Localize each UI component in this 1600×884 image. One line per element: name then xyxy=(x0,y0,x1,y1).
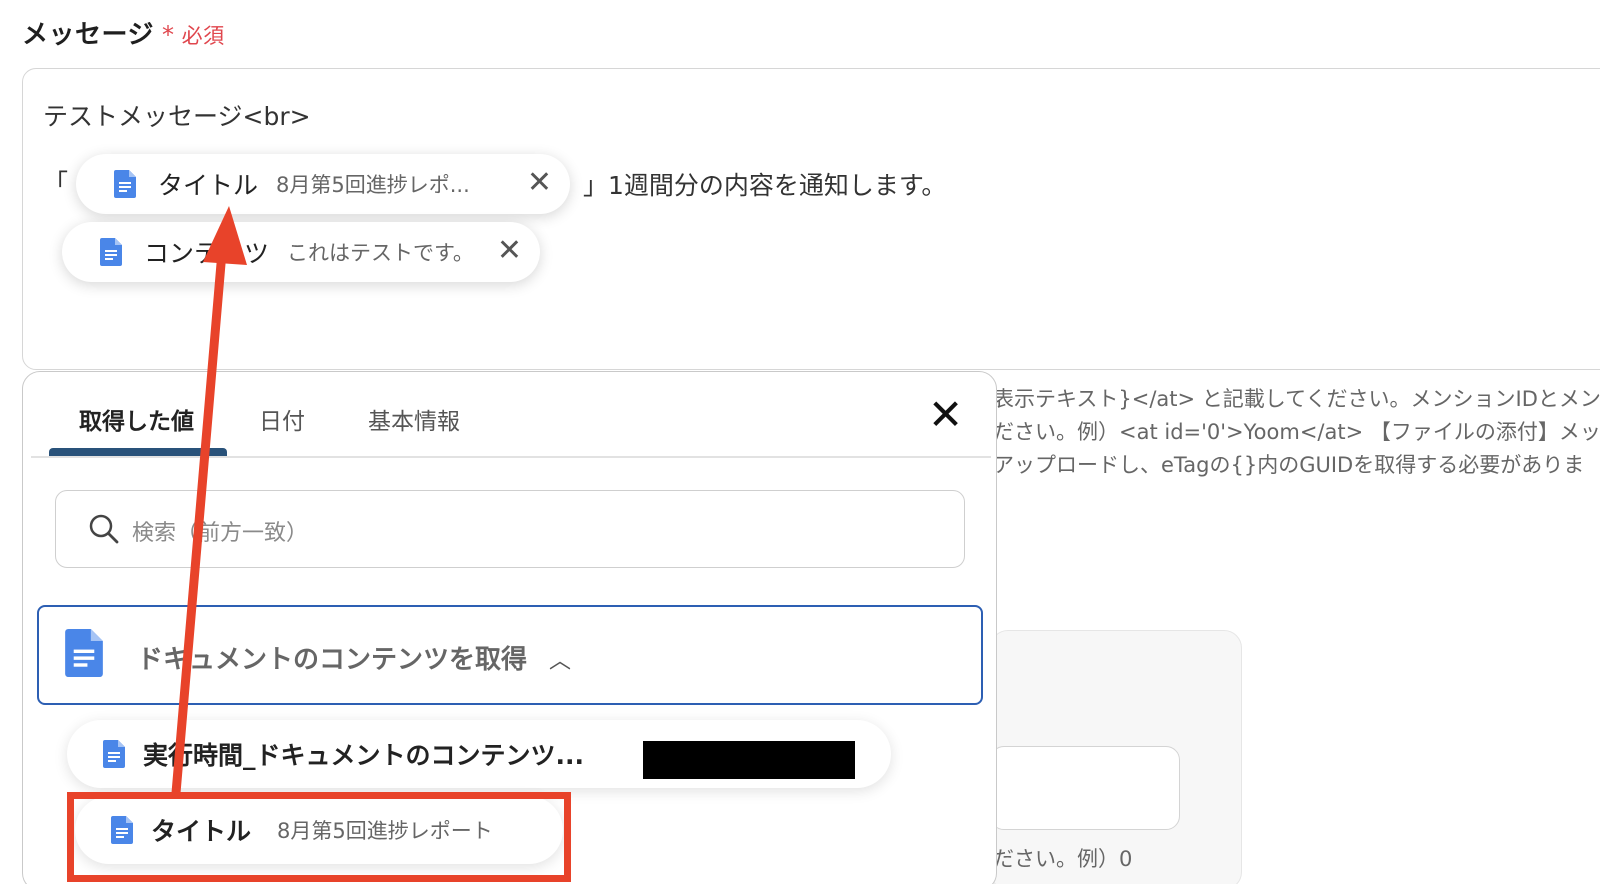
search-placeholder: 検索（前方一致） xyxy=(132,521,309,546)
message-line-1: テストメッセージ<br> xyxy=(43,102,311,131)
tab-acquired-values[interactable]: 取得した値 xyxy=(79,402,194,436)
field-label: メッセージ * 必須 xyxy=(22,14,225,51)
tab-basic-info[interactable]: 基本情報 xyxy=(368,402,460,436)
helper-text-line-4: ださい。例）0 xyxy=(993,847,1133,871)
picker-tabs: 取得した値 日付 基本情報 ✕ xyxy=(23,372,996,458)
tab-date[interactable]: 日付 xyxy=(259,402,305,436)
required-indicator: * 必須 xyxy=(161,21,225,49)
helper-text-line-2: ださい。例）<at id='0'>Yoom</at> 【ファイルの添付】メッ xyxy=(993,420,1600,444)
chip-remove-icon[interactable]: ✕ xyxy=(527,168,552,198)
chevron-up-icon[interactable]: ︿ xyxy=(549,643,571,675)
message-bracket-open: 「 xyxy=(43,169,69,198)
group-get-document-content[interactable]: ドキュメントのコンテンツを取得 ︿ xyxy=(37,605,983,705)
chip-name: タイトル xyxy=(158,171,259,200)
chip-name: コンテンツ xyxy=(144,239,270,268)
message-input[interactable]: テストメッセージ<br> 「 」1週間分の内容を通知します。 xyxy=(22,68,1600,370)
helper-text-line-3: アップロードし、eTagの{}内のGUIDを取得する必要がありま xyxy=(993,453,1585,477)
google-doc-icon xyxy=(114,170,136,198)
active-tab-indicator xyxy=(49,448,227,456)
chip-remove-icon[interactable]: ✕ xyxy=(497,236,522,266)
redacted-value xyxy=(643,741,855,779)
annotation-highlight-box xyxy=(67,792,571,882)
list-item-name: 実行時間_ドキュメントのコンテンツ... xyxy=(143,741,584,770)
chip-value: これはテストです。 xyxy=(287,241,474,265)
field-label-text: メッセージ xyxy=(22,20,154,50)
google-doc-icon xyxy=(103,740,125,768)
search-input[interactable]: 検索（前方一致） xyxy=(55,490,965,568)
required-text: 必須 xyxy=(181,24,225,48)
tabs-divider xyxy=(31,456,991,458)
variable-chip-content[interactable]: コンテンツ これはテストです。 ✕ xyxy=(62,222,540,282)
helper-text-line-1: 表示テキスト}</at> と記載してください。メンションIDとメン xyxy=(993,387,1600,411)
close-icon[interactable]: ✕ xyxy=(928,394,963,436)
required-star: * xyxy=(161,21,175,49)
background-input-field[interactable] xyxy=(990,746,1180,830)
variable-chip-title[interactable]: タイトル 8月第5回進捗レポ... ✕ xyxy=(76,154,570,214)
search-icon xyxy=(89,514,119,544)
group-label: ドキュメントのコンテンツを取得 xyxy=(137,645,528,675)
chip-value: 8月第5回進捗レポ... xyxy=(276,173,470,197)
message-line-2-rest: 」1週間分の内容を通知します。 xyxy=(583,171,947,200)
google-doc-icon xyxy=(65,629,103,677)
google-doc-icon xyxy=(100,238,122,266)
